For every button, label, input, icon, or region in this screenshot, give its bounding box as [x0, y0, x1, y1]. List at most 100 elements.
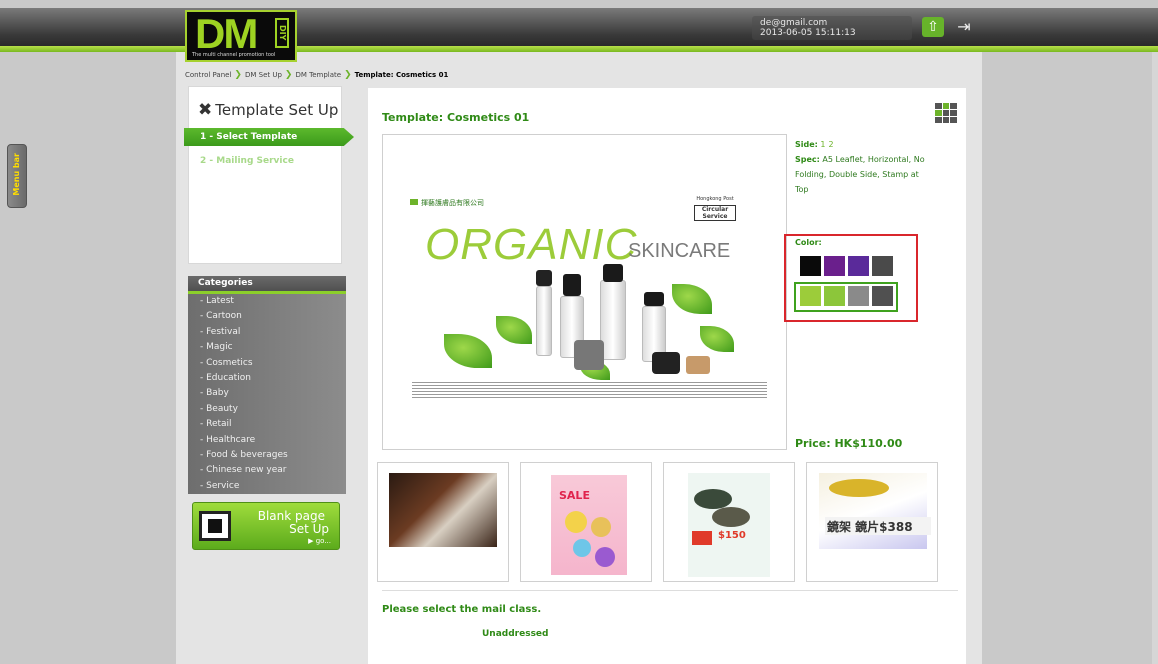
preview-fine-print: [412, 380, 767, 398]
category-label: Cosmetics: [206, 357, 253, 368]
template-spec: Side: 12 Spec: A5 Leaflet, Horizontal, N…: [795, 137, 925, 197]
mail-class-unaddressed[interactable]: Unaddressed: [482, 629, 548, 639]
side-selector: Side: 12: [795, 137, 925, 152]
category-label: Food & beverages: [206, 450, 288, 460]
step-select-template[interactable]: 1 - Select Template: [184, 128, 354, 146]
category-item[interactable]: - Chinese new year: [200, 465, 286, 475]
side-2-link[interactable]: 2: [829, 140, 834, 149]
thumb-sale-text: SALE: [559, 489, 590, 502]
category-item[interactable]: - Education: [200, 373, 251, 383]
template-title: Template: Cosmetics 01: [382, 111, 530, 124]
category-item[interactable]: - Cartoon: [200, 311, 242, 321]
scrollbar[interactable]: [1152, 52, 1158, 664]
spec-row: Spec: A5 Leaflet, Horizontal, No Folding…: [795, 152, 925, 197]
color-swatch[interactable]: [800, 256, 821, 276]
go-text: go...: [315, 537, 331, 545]
side-label: Side:: [795, 140, 818, 149]
category-item[interactable]: - Latest: [200, 296, 234, 306]
grid-view-icon[interactable]: [935, 103, 957, 123]
breadcrumb-item[interactable]: DM Template: [295, 71, 341, 79]
thumb-decoration: [595, 547, 615, 567]
category-label: Beauty: [206, 403, 238, 414]
blank-page-setup-button[interactable]: Blank page Set Up ▶ go...: [192, 502, 340, 550]
selected-color-frame: [794, 282, 898, 312]
blank-page-label: Blank page: [257, 509, 325, 523]
hkpost-label: Hongkong Post: [696, 196, 734, 202]
side-1-link[interactable]: 1: [820, 140, 825, 149]
breadcrumb-current: Template: Cosmetics 01: [354, 71, 449, 79]
divider: [382, 590, 958, 591]
breadcrumb-item[interactable]: Control Panel: [185, 71, 231, 79]
category-item[interactable]: - Festival: [200, 327, 240, 337]
logo[interactable]: DM DIY The multi channel promotion tool: [185, 10, 297, 62]
blank-page-icon: [199, 511, 231, 541]
color-swatch[interactable]: [872, 256, 893, 276]
mail-class-question: Please select the mail class.: [382, 604, 542, 615]
bottle-cap-image: [563, 274, 581, 296]
category-label: Service: [206, 480, 240, 491]
breadcrumb: Control Panel ❯ DM Set Up ❯ DM Template ❯ Temp…: [185, 70, 448, 80]
category-label: Magic: [206, 342, 233, 353]
blank-page-sublabel: Set Up: [289, 522, 329, 536]
bottle-cap-image: [536, 270, 552, 286]
jar-image: [574, 340, 604, 370]
hkpost-box: Circular Service: [694, 205, 736, 221]
category-label: Baby: [206, 388, 229, 399]
thumb-decoration: [829, 479, 889, 497]
thumb-template-4[interactable]: 鏡架 鏡片$388: [806, 462, 938, 582]
thumb-template-3[interactable]: $150: [663, 462, 795, 582]
category-item[interactable]: - Magic: [200, 342, 233, 352]
preview-headline: ORGANIC: [425, 220, 638, 269]
blank-page-go: ▶ go...: [308, 537, 331, 545]
menu-bar-label: Menu bar: [12, 153, 21, 196]
user-info: de@gmail.com 2013-06-05 15:11:13: [752, 16, 912, 40]
chevron-right-icon: ❯: [344, 70, 352, 80]
chevron-right-icon: ❯: [234, 70, 242, 80]
color-label: Color:: [795, 238, 822, 247]
color-swatch[interactable]: [848, 256, 869, 276]
categories-panel: [188, 276, 346, 494]
category-label: Retail: [206, 419, 232, 430]
setup-title-text: Template Set Up: [215, 101, 339, 119]
thumb-decoration: [591, 517, 611, 537]
category-label: Chinese new year: [206, 465, 287, 476]
jar-image: [652, 352, 680, 374]
thumb-price-text: $150: [718, 530, 746, 541]
category-label: Cartoon: [206, 311, 242, 322]
bottle-cap-image: [644, 292, 664, 306]
logo-text: DM: [195, 10, 258, 57]
category-item[interactable]: - Cosmetics: [200, 358, 253, 368]
template-preview: [382, 134, 787, 450]
logo-diy: DIY: [275, 18, 289, 48]
thumb-template-1[interactable]: [377, 462, 509, 582]
color-swatch[interactable]: [824, 256, 845, 276]
breadcrumb-item[interactable]: DM Set Up: [245, 71, 282, 79]
category-item[interactable]: - Baby: [200, 388, 229, 398]
step-mailing-service[interactable]: 2 - Mailing Service: [200, 156, 294, 166]
chevron-right-icon: ❯: [284, 70, 293, 80]
thumb-decoration: [565, 511, 587, 533]
preview-subheadline: SKINCARE: [628, 240, 731, 262]
top-bar-accent: [0, 46, 1158, 52]
preview-company-name: 揮藝護膚品有限公司: [410, 198, 484, 208]
category-item[interactable]: - Service: [200, 481, 239, 491]
category-label: Latest: [206, 296, 234, 306]
category-item[interactable]: - Beauty: [200, 404, 238, 414]
category-item[interactable]: - Retail: [200, 419, 232, 429]
category-item[interactable]: - Healthcare: [200, 435, 255, 445]
up-arrow-icon[interactable]: ⇧: [922, 17, 944, 37]
menu-bar-tab[interactable]: Menu bar: [7, 144, 27, 208]
spec-label: Spec:: [795, 155, 820, 164]
setup-title: ✖ Template Set Up: [198, 100, 338, 120]
category-label: Festival: [206, 326, 241, 337]
logout-icon[interactable]: ⇥: [954, 15, 974, 39]
tools-icon: ✖: [198, 100, 213, 120]
category-item[interactable]: - Food & beverages: [200, 450, 288, 460]
thumb-decoration: [573, 539, 591, 557]
hongkong-post-stamp: Hongkong Post Circular Service: [694, 196, 736, 230]
jar-image: [686, 356, 710, 374]
bottle-image: [536, 286, 552, 356]
category-label: Education: [206, 373, 251, 383]
bottle-cap-image: [603, 264, 623, 282]
thumb-template-2[interactable]: SALE: [520, 462, 652, 582]
